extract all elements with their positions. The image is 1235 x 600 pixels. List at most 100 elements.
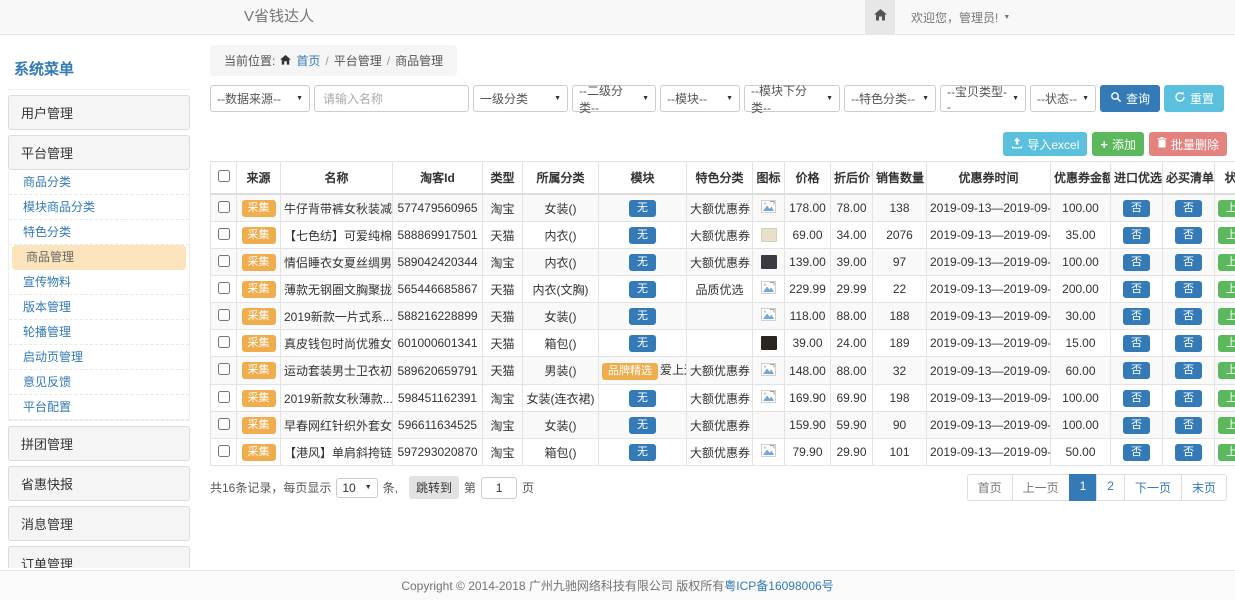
import-select-toggle[interactable]: 否: [1123, 444, 1150, 461]
status-button[interactable]: 上架: [1218, 444, 1235, 461]
icp-link[interactable]: 粤ICP备16098006号: [724, 577, 833, 594]
row-checkbox[interactable]: [218, 228, 230, 240]
row-checkbox[interactable]: [218, 255, 230, 267]
column-header-feature-category: 特色分类: [687, 162, 753, 195]
must-buy-toggle[interactable]: 否: [1175, 390, 1202, 407]
sidebar-item-group-buy-management[interactable]: 拼团管理: [8, 426, 190, 461]
cell-category: 箱包(): [523, 330, 599, 357]
import-select-toggle[interactable]: 否: [1123, 417, 1150, 434]
import-select-toggle[interactable]: 否: [1123, 281, 1150, 298]
must-buy-toggle[interactable]: 否: [1175, 335, 1202, 352]
sidebar-item-feature-category[interactable]: 特色分类: [9, 220, 189, 245]
cell-discount-price: 29.99: [831, 276, 873, 303]
import-select-toggle[interactable]: 否: [1123, 254, 1150, 271]
module-select[interactable]: --模块--▼: [660, 85, 740, 112]
sidebar-item-user-management[interactable]: 用户管理: [8, 95, 190, 130]
row-checkbox[interactable]: [218, 309, 230, 321]
next-page[interactable]: 下一页: [1124, 474, 1182, 501]
sidebar-item-promo-materials[interactable]: 宣传物料: [9, 270, 189, 295]
row-checkbox[interactable]: [218, 363, 230, 375]
cell-type: 天猫: [483, 276, 523, 303]
module-badge: 无: [629, 335, 656, 352]
breadcrumb-home-link[interactable]: 首页: [296, 52, 320, 69]
row-checkbox[interactable]: [218, 418, 230, 430]
import-select-toggle[interactable]: 否: [1123, 390, 1150, 407]
broken-image-icon: [761, 283, 776, 297]
plus-icon: +: [1100, 137, 1108, 152]
row-checkbox[interactable]: [218, 336, 230, 348]
cell-status: 上架: [1215, 439, 1235, 466]
first-page[interactable]: 首页: [967, 474, 1013, 501]
page-2[interactable]: 2: [1096, 474, 1125, 501]
jump-button[interactable]: 跳转到: [409, 476, 459, 499]
status-button[interactable]: 上架: [1218, 362, 1235, 379]
sidebar-item-feedback[interactable]: 意见反馈: [9, 370, 189, 395]
search-button[interactable]: 查询: [1100, 85, 1160, 112]
status-button[interactable]: 上架: [1218, 417, 1235, 434]
search-button-label: 查询: [1126, 90, 1150, 107]
select-all-checkbox[interactable]: [218, 170, 230, 182]
sidebar-item-platform-management[interactable]: 平台管理: [8, 135, 190, 170]
name-search-input[interactable]: [314, 85, 469, 112]
must-buy-toggle[interactable]: 否: [1175, 308, 1202, 325]
row-checkbox[interactable]: [218, 391, 230, 403]
import-select-toggle[interactable]: 否: [1123, 200, 1150, 217]
home-icon: [874, 8, 887, 26]
sidebar-item-discount-news[interactable]: 省惠快报: [8, 466, 190, 501]
item-type-select[interactable]: --宝贝类型--▼: [940, 85, 1026, 112]
data-source-select[interactable]: --数据来源--▼: [210, 85, 310, 112]
jump-page-input[interactable]: [481, 477, 517, 499]
cell-sales-count: 101: [873, 439, 927, 466]
level1-category-select[interactable]: 一级分类▼: [473, 85, 568, 112]
module-badge: 无: [629, 200, 656, 217]
sidebar-item-splash-page-management[interactable]: 启动页管理: [9, 345, 189, 370]
import-select-toggle[interactable]: 否: [1123, 362, 1150, 379]
reset-button[interactable]: 重置: [1164, 85, 1224, 112]
must-buy-toggle[interactable]: 否: [1175, 254, 1202, 271]
user-menu[interactable]: 欢迎您，管理员! ▼: [911, 9, 1010, 26]
page-size-select[interactable]: 10 ▼: [336, 478, 377, 498]
status-button[interactable]: 上架: [1218, 308, 1235, 325]
prev-page[interactable]: 上一页: [1012, 474, 1070, 501]
sidebar-item-module-goods-category[interactable]: 模块商品分类: [9, 195, 189, 220]
status-button[interactable]: 上架: [1218, 227, 1235, 244]
level2-category-select[interactable]: --二级分类--▼: [572, 85, 656, 112]
status-button[interactable]: 上架: [1218, 281, 1235, 298]
module-subcategory-select[interactable]: --模块下分类--▼: [744, 85, 840, 112]
import-select-toggle[interactable]: 否: [1123, 308, 1150, 325]
must-buy-toggle[interactable]: 否: [1175, 417, 1202, 434]
batch-delete-button[interactable]: 批量删除: [1149, 132, 1227, 156]
import-excel-button[interactable]: 导入excel: [1003, 132, 1087, 156]
row-checkbox[interactable]: [218, 201, 230, 213]
must-buy-toggle[interactable]: 否: [1175, 444, 1202, 461]
status-button[interactable]: 上架: [1218, 254, 1235, 271]
must-buy-toggle[interactable]: 否: [1175, 362, 1202, 379]
status-select[interactable]: --状态--▼: [1030, 85, 1096, 112]
row-checkbox[interactable]: [218, 445, 230, 457]
import-select-toggle[interactable]: 否: [1123, 227, 1150, 244]
sidebar-item-order-management[interactable]: 订单管理: [8, 546, 190, 568]
must-buy-toggle[interactable]: 否: [1175, 281, 1202, 298]
page-1[interactable]: 1: [1069, 474, 1098, 501]
add-button[interactable]: + 添加: [1092, 132, 1144, 156]
status-button[interactable]: 上架: [1218, 390, 1235, 407]
status-button[interactable]: 上架: [1218, 200, 1235, 217]
trash-icon: [1157, 137, 1167, 151]
must-buy-toggle[interactable]: 否: [1175, 200, 1202, 217]
sidebar-item-platform-config[interactable]: 平台配置: [9, 395, 189, 420]
last-page[interactable]: 末页: [1181, 474, 1227, 501]
import-select-toggle[interactable]: 否: [1123, 335, 1150, 352]
item-type-select-value: --宝贝类型--: [947, 83, 1008, 114]
sidebar-item-version-management[interactable]: 版本管理: [9, 295, 189, 320]
status-button[interactable]: 上架: [1218, 335, 1235, 352]
row-checkbox[interactable]: [218, 282, 230, 294]
product-thumbnail: [761, 336, 777, 350]
sidebar-item-goods-category[interactable]: 商品分类: [9, 170, 189, 195]
home-button[interactable]: [865, 0, 895, 34]
sidebar-item-goods-management[interactable]: 商品管理: [12, 245, 186, 270]
sidebar-item-carousel-management[interactable]: 轮播管理: [9, 320, 189, 345]
chevron-down-icon: ▼: [296, 95, 303, 102]
must-buy-toggle[interactable]: 否: [1175, 227, 1202, 244]
sidebar-item-message-management[interactable]: 消息管理: [8, 506, 190, 541]
feature-category-select[interactable]: --特色分类--▼: [844, 85, 936, 112]
